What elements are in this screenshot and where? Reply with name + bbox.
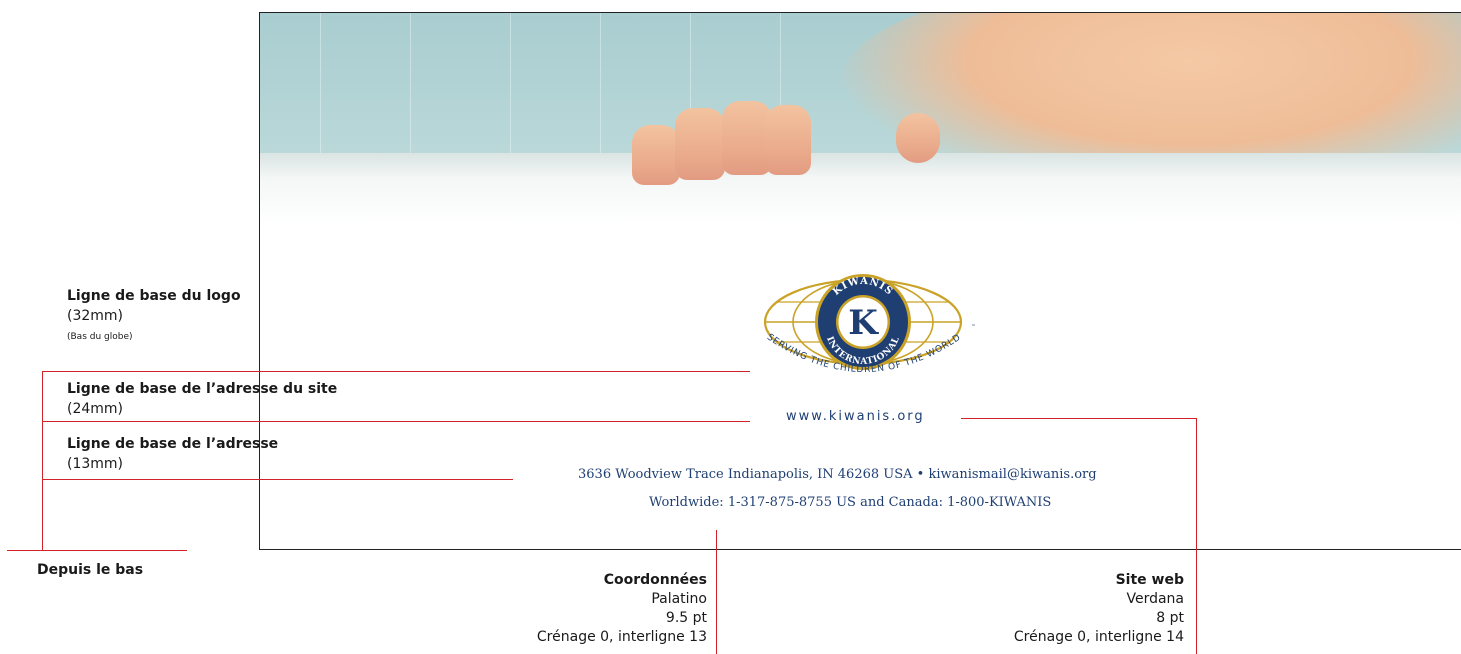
header-photo	[260, 13, 1461, 225]
address-baseline-title: Ligne de base de l’adresse	[67, 436, 279, 452]
guide-web-callout-h	[961, 418, 1197, 419]
bathtub-edge	[260, 153, 1461, 225]
logo-baseline-title: Ligne de base du logo	[67, 288, 241, 304]
guide-address-baseline	[42, 479, 513, 480]
guide-vertical-left	[42, 371, 43, 550]
svg-text:™: ™	[971, 324, 976, 330]
contact-spec: Coordonnées Palatino 9.5 pt Crénage 0, i…	[537, 571, 707, 647]
logo-baseline-value: (32mm)	[67, 308, 124, 324]
guide-web-callout-v	[1196, 418, 1197, 654]
web-spec-font: Verdana	[1126, 591, 1184, 607]
contact-spec-size: 9.5 pt	[665, 610, 707, 626]
address-line-1: 3636 Woodview Trace Indianapolis, IN 462…	[578, 467, 1097, 482]
guide-bottom-line	[7, 550, 187, 551]
web-spec-spacing: Crénage 0, interligne 14	[1013, 629, 1184, 645]
address-line-2: Worldwide: 1-317-875-8755 US and Canada:…	[649, 495, 1052, 510]
contact-spec-title: Coordonnées	[603, 572, 707, 588]
guide-contact-callout-v	[716, 530, 717, 654]
website-url[interactable]: www.kiwanis.org	[786, 409, 925, 424]
guide-logo-baseline	[42, 371, 750, 372]
from-bottom-label: Depuis le bas	[37, 562, 144, 578]
site-baseline-value: (24mm)	[67, 401, 124, 417]
svg-text:K: K	[848, 303, 879, 343]
guide-site-baseline	[42, 421, 750, 422]
site-baseline-title: Ligne de base de l’adresse du site	[67, 381, 338, 397]
contact-spec-spacing: Crénage 0, interligne 13	[536, 629, 707, 645]
web-spec-title: Site web	[1115, 572, 1184, 588]
web-spec-size: 8 pt	[1156, 610, 1184, 626]
kiwanis-logo: KIWANIS INTERNATIONAL K SERVING THE CHIL…	[763, 274, 976, 375]
web-spec: Site web Verdana 8 pt Crénage 0, interli…	[1014, 571, 1184, 647]
address-baseline-value: (13mm)	[67, 456, 124, 472]
logo-baseline-note: (Bas du globe)	[67, 332, 133, 342]
contact-spec-font: Palatino	[651, 591, 707, 607]
